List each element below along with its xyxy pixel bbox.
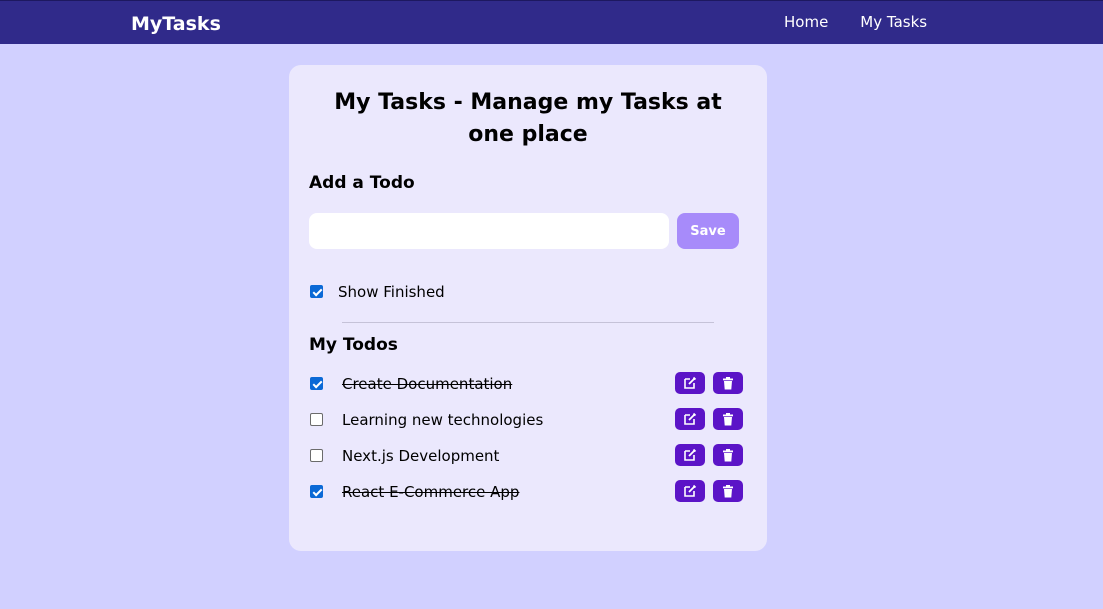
- trash-icon: [723, 484, 733, 497]
- add-todo-heading: Add a Todo: [309, 173, 415, 193]
- edit-icon: [684, 376, 697, 389]
- todo-item: Learning new technologies: [289, 408, 767, 432]
- todo-item: Create Documentation: [289, 372, 767, 396]
- todo-item: React E-Commerce App: [289, 480, 767, 504]
- todo-text: React E-Commerce App: [342, 483, 520, 501]
- edit-button[interactable]: [675, 372, 705, 394]
- trash-icon: [723, 412, 733, 425]
- todo-checkbox[interactable]: [310, 449, 323, 462]
- nav-links: Home My Tasks: [784, 12, 927, 32]
- divider: [342, 322, 714, 323]
- delete-button[interactable]: [713, 372, 743, 394]
- nav-link-my-tasks[interactable]: My Tasks: [860, 12, 927, 32]
- delete-button[interactable]: [713, 408, 743, 430]
- todo-text: Learning new technologies: [342, 411, 544, 429]
- todo-item: Next.js Development: [289, 444, 767, 468]
- nav-link-home[interactable]: Home: [784, 12, 828, 32]
- brand-logo[interactable]: MyTasks: [131, 12, 221, 36]
- show-finished-checkbox[interactable]: [310, 285, 323, 298]
- navbar: MyTasks Home My Tasks: [0, 0, 1103, 44]
- todo-checkbox[interactable]: [310, 377, 323, 390]
- todo-checkbox[interactable]: [310, 485, 323, 498]
- page-title: My Tasks - Manage my Tasks at one place: [334, 90, 722, 147]
- save-button[interactable]: Save: [677, 213, 739, 249]
- todo-input[interactable]: [309, 213, 669, 249]
- todo-text: Next.js Development: [342, 447, 500, 465]
- edit-button[interactable]: [675, 408, 705, 430]
- trash-icon: [723, 376, 733, 389]
- tasks-card: My Tasks - Manage my Tasks at one place …: [289, 65, 767, 551]
- edit-button[interactable]: [675, 480, 705, 502]
- todo-checkbox[interactable]: [310, 413, 323, 426]
- edit-icon: [684, 412, 697, 425]
- edit-icon: [684, 448, 697, 461]
- todo-text: Create Documentation: [342, 375, 513, 393]
- edit-button[interactable]: [675, 444, 705, 466]
- trash-icon: [723, 448, 733, 461]
- show-finished-label: Show Finished: [338, 283, 445, 301]
- delete-button[interactable]: [713, 444, 743, 466]
- delete-button[interactable]: [713, 480, 743, 502]
- my-todos-heading: My Todos: [309, 335, 398, 355]
- edit-icon: [684, 484, 697, 497]
